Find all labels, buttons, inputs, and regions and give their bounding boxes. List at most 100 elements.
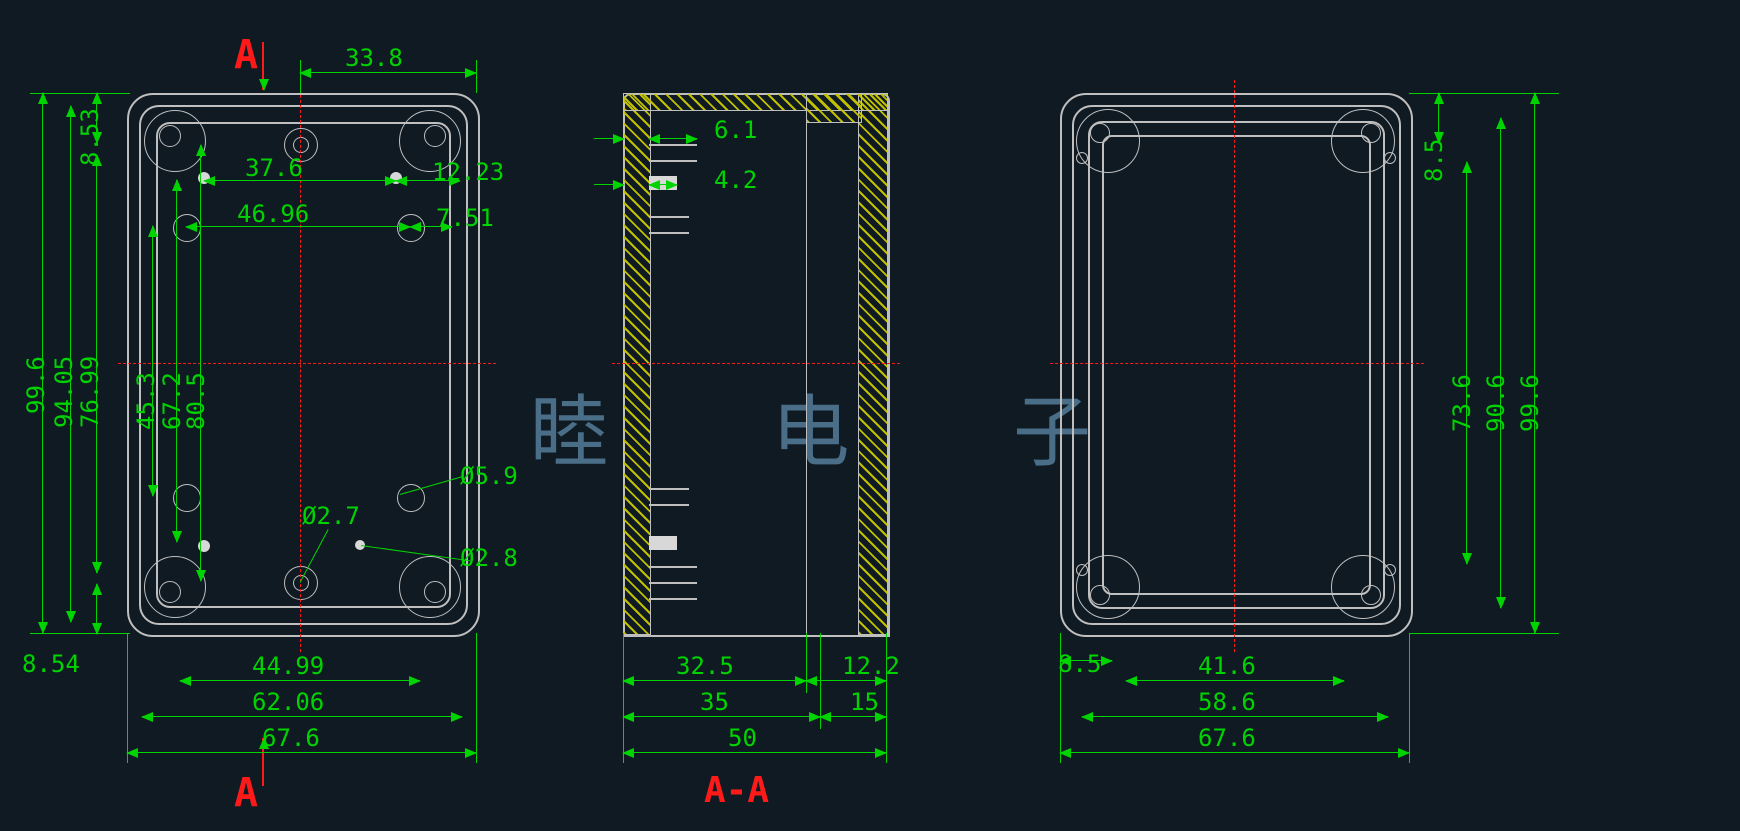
section-hatch-left: [623, 93, 651, 635]
dim-67-2: [176, 180, 177, 542]
dim-label-15: 15: [850, 688, 879, 716]
section-centerline-h: [612, 363, 900, 364]
dim-label-37-6: 37.6: [245, 154, 303, 182]
dim-label-b-67-6: 67.6: [1198, 724, 1256, 752]
dim-80-5: [200, 145, 201, 581]
section-hatch-lip: [806, 93, 862, 123]
dim-label-12-2: 12.2: [842, 652, 900, 680]
rib: [649, 160, 697, 162]
dim-label-62-06: 62.06: [252, 688, 324, 716]
corner-hole-bl: [159, 581, 181, 603]
back-centerline-h: [1050, 363, 1424, 364]
dim-label-r-8-5: 8.5: [1420, 139, 1448, 182]
dim-label-4-2: 4.2: [714, 166, 757, 194]
dim-r-73-6: [1466, 162, 1467, 564]
section-mark-top: A: [234, 32, 258, 78]
corner-hole-tl: [159, 125, 181, 147]
dim-label-2-7: Ø2.7: [302, 502, 360, 530]
front-centerline-h: [118, 363, 496, 364]
ext: [1409, 633, 1410, 763]
section-arrow-top: [262, 42, 264, 90]
dim-label-99-6: 99.6: [22, 356, 50, 414]
dim-label-50: 50: [728, 724, 757, 752]
dim-label-r-73-6: 73.6: [1448, 374, 1476, 432]
rib: [649, 566, 697, 568]
dim-label-35: 35: [700, 688, 729, 716]
back-cavity-outline: [1102, 135, 1371, 595]
dim-label-32-5: 32.5: [676, 652, 734, 680]
dim-r-99-6: [1534, 93, 1535, 633]
dim-label-76-99: 76.99: [76, 356, 104, 428]
section-label: A-A: [704, 770, 769, 811]
drawing-canvas: 睦 电 子 A: [0, 0, 1740, 831]
dim-45-3: [152, 226, 153, 496]
ext-arrow: [594, 138, 624, 139]
section-hatch-right: [858, 93, 888, 635]
dim-r-90-6: [1500, 118, 1501, 608]
dim-67-6: [127, 752, 476, 753]
rib: [649, 582, 697, 584]
back-minihole: [1384, 152, 1396, 164]
rib: [649, 216, 689, 218]
back-corner-tl: [1076, 109, 1140, 173]
ext-arrow: [594, 184, 624, 185]
dim-label-94-05: 94.05: [50, 356, 78, 428]
rib: [649, 598, 697, 600]
dim-b-67-6: [1060, 752, 1409, 753]
back-minihole: [1384, 564, 1396, 576]
rib: [649, 232, 689, 234]
dim-label-45-3: 45.3: [132, 372, 160, 430]
dim-44-99: [180, 680, 420, 681]
ext: [127, 633, 128, 763]
back-corner-tr: [1331, 109, 1395, 173]
dim-label-6-1: 6.1: [714, 116, 757, 144]
dim-label-r-99-6: 99.6: [1516, 374, 1544, 432]
rib: [649, 144, 697, 146]
dim-label-b-58-6: 58.6: [1198, 688, 1256, 716]
back-minihole: [1076, 152, 1088, 164]
dim-b-58-6: [1082, 716, 1388, 717]
dim-15: [820, 716, 886, 717]
mid-boss-top-hole: [293, 137, 309, 153]
standoff-bl: [173, 484, 201, 512]
dim-label-2-8: Ø2.8: [460, 544, 518, 572]
dim-32-5: [623, 680, 806, 681]
back-hole-tr: [1361, 123, 1381, 143]
corner-hole-tr: [424, 125, 446, 147]
dim-label-12-23: 12.23: [432, 158, 504, 186]
dim-label-67-6: 67.6: [262, 724, 320, 752]
dim-label-46-96: 46.96: [237, 200, 309, 228]
dim-label-33-8: 33.8: [345, 44, 403, 72]
section-mark-bottom: A: [234, 770, 258, 816]
dim-12-2: [806, 680, 886, 681]
dim-4-2: [649, 184, 677, 185]
dim-label-8-54: 8.54: [22, 650, 80, 678]
section-divider: [806, 109, 807, 633]
dim-label-5-9: Ø5.9: [460, 462, 518, 490]
dim-8-54: [96, 584, 97, 634]
dim-label-7-51: 7.51: [436, 204, 494, 232]
dim-label-44-99: 44.99: [252, 652, 324, 680]
corner-hole-br: [424, 581, 446, 603]
dim-62-06: [142, 716, 462, 717]
ext: [476, 633, 477, 763]
wm-char-1: 睦: [530, 389, 610, 476]
rib: [649, 488, 689, 490]
back-hole-tl: [1090, 123, 1110, 143]
dim-label-b-41-6: 41.6: [1198, 652, 1256, 680]
back-hole-bl: [1090, 585, 1110, 605]
back-hole-br: [1361, 585, 1381, 605]
dim-label-80-5: 80.5: [182, 372, 210, 430]
dim-label-r-90-6: 90.6: [1482, 374, 1510, 432]
back-minihole: [1076, 564, 1088, 576]
dim-50: [623, 752, 886, 753]
rib-block: [649, 536, 677, 550]
dim-r-8-5: [1438, 93, 1439, 143]
dim-6-1: [649, 138, 697, 139]
ext: [623, 633, 624, 763]
dim-label-8-53: 8.53: [76, 108, 104, 166]
dim-label-b-8-5: 8.5: [1058, 650, 1101, 678]
dim-33-8: [300, 72, 476, 73]
rib: [649, 504, 689, 506]
dim-35: [623, 716, 820, 717]
